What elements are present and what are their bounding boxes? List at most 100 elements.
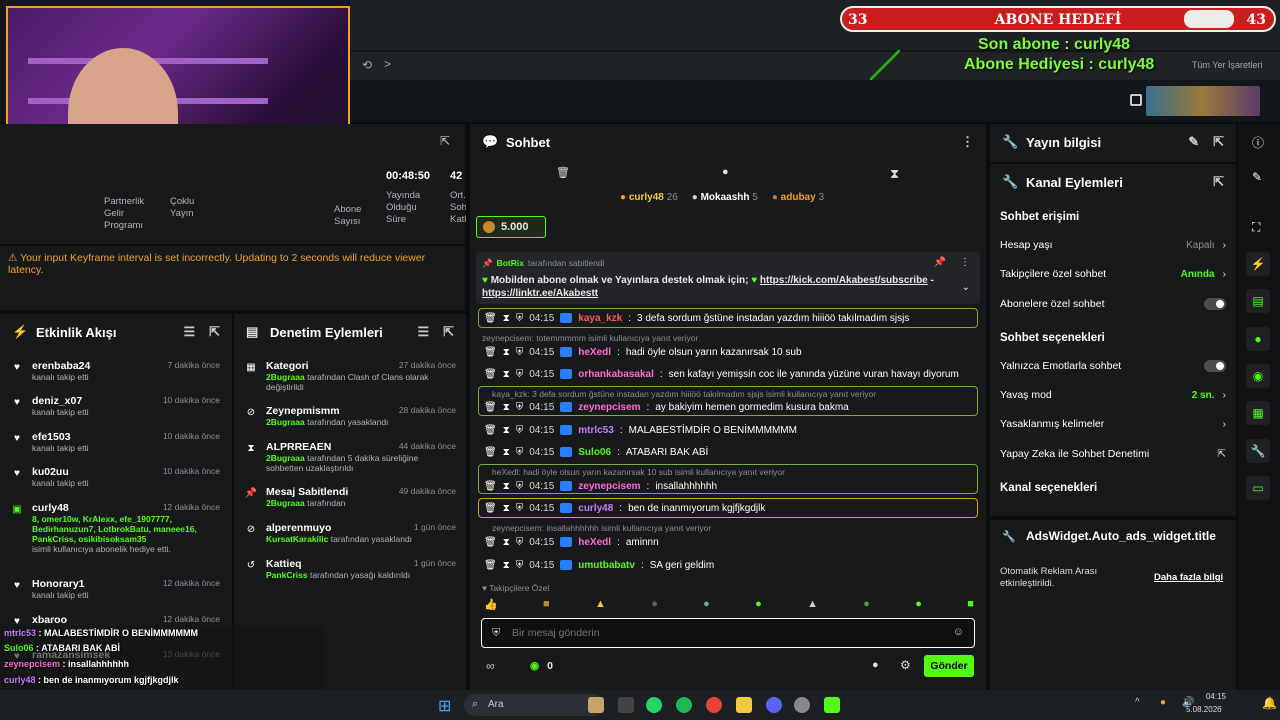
pencil-icon[interactable]: ✎ (1252, 170, 1262, 184)
unpin-icon[interactable]: 📌 (934, 257, 946, 268)
timeout-icon[interactable]: ⧗ (503, 503, 510, 514)
edit-icon[interactable]: ✎ (1188, 134, 1199, 150)
chat-input-box[interactable]: ⛨ ☺ (481, 618, 975, 648)
delete-icon[interactable]: 🗑 (484, 369, 497, 380)
timeout-icon[interactable]: ⧗ (503, 481, 510, 492)
chat-message[interactable]: 🗑 ⧗ ⛨ 04:15 kaya_kzk:3 defa sordum ğstüne in… (484, 309, 974, 327)
filter-icon[interactable]: ☰ (417, 324, 429, 340)
timeout-icon[interactable]: ⧗ (503, 537, 510, 548)
chat-message[interactable]: 🗑 ⧗ ⛨ 04:15 Sulo06: ATABARI BAK ABİ (484, 443, 974, 461)
emote-icon[interactable]: ● (755, 598, 762, 614)
emote-only-row[interactable]: Yalnızca Emotlarla sohbet (1000, 356, 1226, 376)
timeout-icon[interactable]: ⧗ (503, 347, 510, 358)
chat-message[interactable]: 🗑 ⧗ ⛨ 04:15 zeynepcisem: ay bakiyim hemen gor… (484, 398, 974, 416)
ban-icon[interactable]: ⛨ (516, 425, 524, 436)
chat-message[interactable]: 🗑 ⧗ ⛨ 04:15 mtrlc53: MALABESTİMDİR O BENİMMMM… (484, 421, 974, 439)
infinity-icon[interactable]: ∞ (486, 659, 495, 673)
timeout-icon[interactable]: ⧗ (503, 313, 510, 324)
chat-message[interactable]: 🗑 ⧗ ⛨ 04:15 heXedl: aminnn (484, 533, 974, 551)
message-user[interactable]: kaya_kzk (578, 313, 622, 324)
popout-icon[interactable]: ⇱ (209, 324, 220, 340)
prediction-pot[interactable]: 5.000 (476, 216, 546, 238)
chat-icon[interactable]: ● (722, 166, 729, 178)
pinned-link-2[interactable]: https://linktr.ee/Akabestt (482, 288, 598, 299)
leaderboard-entry[interactable]: ● Mokaashh 5 (692, 192, 758, 203)
emote-icon[interactable]: ● (651, 598, 658, 614)
message-user[interactable]: heXedl (578, 537, 611, 548)
leaderboard-entry[interactable]: ● curly48 26 (620, 192, 678, 203)
message-user[interactable]: Sulo06 (578, 447, 611, 458)
chrome-icon[interactable] (706, 697, 722, 713)
emote-only-toggle[interactable] (1204, 360, 1226, 372)
ban-icon[interactable]: ⛨ (516, 537, 524, 548)
popout-icon[interactable]: ⇱ (1213, 134, 1224, 150)
spotify-icon[interactable] (676, 697, 692, 713)
timeout-icon[interactable]: ⧗ (503, 425, 510, 436)
chat-message[interactable]: 🗑 ⧗ ⛨ 04:15 heXedl: hadi öyle olsun yarın kaz… (484, 343, 974, 361)
info-icon[interactable]: ⓘ (1252, 134, 1264, 151)
emote-icon[interactable]: ● (863, 598, 870, 614)
chat-message[interactable]: 🗑 ⧗ ⛨ 04:15 zeynepcisem: insallahhhhhh (484, 477, 974, 495)
timeout-icon[interactable]: ⧗ (503, 369, 510, 380)
timeout-icon[interactable]: ⧗ (503, 560, 510, 571)
discord-icon[interactable] (766, 697, 782, 713)
file-explorer-icon[interactable] (588, 697, 604, 713)
broadcast-icon[interactable]: ◉ (1246, 364, 1270, 388)
ban-icon[interactable]: ⛨ (516, 560, 524, 571)
message-user[interactable]: zeynepcisem (578, 402, 640, 413)
chat-settings-icon[interactable]: ● (872, 659, 879, 671)
chevron-right-icon[interactable]: > (384, 57, 391, 71)
ban-icon[interactable]: ⛨ (516, 347, 524, 358)
tray-chevron-icon[interactable]: ^ (1135, 697, 1140, 708)
gear-icon[interactable]: ⚙ (900, 658, 911, 672)
chat-message[interactable]: 🗑 ⧗ ⛨ 04:15 umutbabatv: SA geri geldim (484, 556, 974, 574)
followers-chat-row[interactable]: Takipçilere özel sohbet Anında › (1000, 264, 1226, 284)
window-icon[interactable] (618, 697, 634, 713)
popout-icon[interactable]: ⇱ (440, 134, 450, 148)
delete-icon[interactable]: 🗑 (484, 447, 497, 458)
ban-icon[interactable]: ⛨ (516, 313, 524, 324)
leaderboard-entry[interactable]: ● adubay 3 (772, 192, 824, 203)
emote-icon[interactable]: 👍 (484, 598, 498, 614)
slow-mode-row[interactable]: Yavaş mod 2 sn. › (1000, 385, 1226, 405)
emote-icon[interactable]: ● (915, 598, 922, 614)
emote-icon[interactable]: ■ (967, 598, 974, 614)
account-age-row[interactable]: Hesap yaşı Kapalı › (1000, 235, 1226, 255)
refresh-icon[interactable]: ⟲ (362, 58, 372, 72)
chevron-down-icon[interactable]: ⌄ (962, 282, 970, 293)
whatsapp-icon[interactable] (646, 697, 662, 713)
delete-icon[interactable]: 🗑 (484, 481, 497, 492)
notification-icon[interactable]: 🔔 (1262, 696, 1277, 710)
trash-icon[interactable]: 🗑 (556, 166, 570, 179)
banned-words-row[interactable]: Yasaklanmış kelimeler › (1000, 414, 1226, 434)
mic-icon[interactable]: ● (1160, 697, 1166, 708)
popout-icon[interactable]: ⇱ (443, 324, 454, 340)
emote-icon[interactable]: ▲ (595, 598, 606, 614)
popout-icon[interactable]: ⇱ (1213, 174, 1224, 190)
ads-more-info-link[interactable]: Daha fazla bilgi (1154, 572, 1223, 583)
emote-icon[interactable]: ● (703, 598, 710, 614)
fullscreen-icon[interactable]: ⛶ (1252, 220, 1260, 235)
all-bookmarks-link[interactable]: Tüm Yer İşaretleri (1192, 60, 1263, 70)
grid-icon[interactable]: ▦ (1246, 401, 1270, 425)
message-user[interactable]: orhankabasakal (578, 369, 654, 380)
message-user[interactable]: heXedl (578, 347, 611, 358)
taskbar-search[interactable]: ⌕ Ara (464, 694, 604, 716)
wrench-icon[interactable]: 🔧 (1246, 439, 1270, 463)
subs-chat-row[interactable]: Abonelere özel sohbet (1000, 294, 1226, 314)
kick-icon[interactable] (824, 697, 840, 713)
delete-icon[interactable]: 🗑 (484, 425, 497, 436)
ban-icon[interactable]: ⛨ (516, 447, 524, 458)
delete-icon[interactable]: 🗑 (484, 503, 497, 514)
folder-icon[interactable] (736, 697, 752, 713)
emoji-icon[interactable]: ☺ (953, 626, 964, 638)
ban-icon[interactable]: ⛨ (516, 402, 524, 413)
obs-icon[interactable] (794, 697, 810, 713)
delete-icon[interactable]: 🗑 (484, 560, 497, 571)
ban-icon[interactable]: ⛨ (516, 369, 524, 380)
timeout-icon[interactable]: ⧗ (503, 447, 510, 458)
filter-icon[interactable]: ☰ (183, 324, 195, 340)
delete-icon[interactable]: 🗑 (484, 313, 497, 324)
ban-icon[interactable]: ⛨ (516, 503, 524, 514)
chat-message[interactable]: 🗑 ⧗ ⛨ 04:15 orhankabasakal: sen kafayı yemişs… (484, 365, 974, 383)
